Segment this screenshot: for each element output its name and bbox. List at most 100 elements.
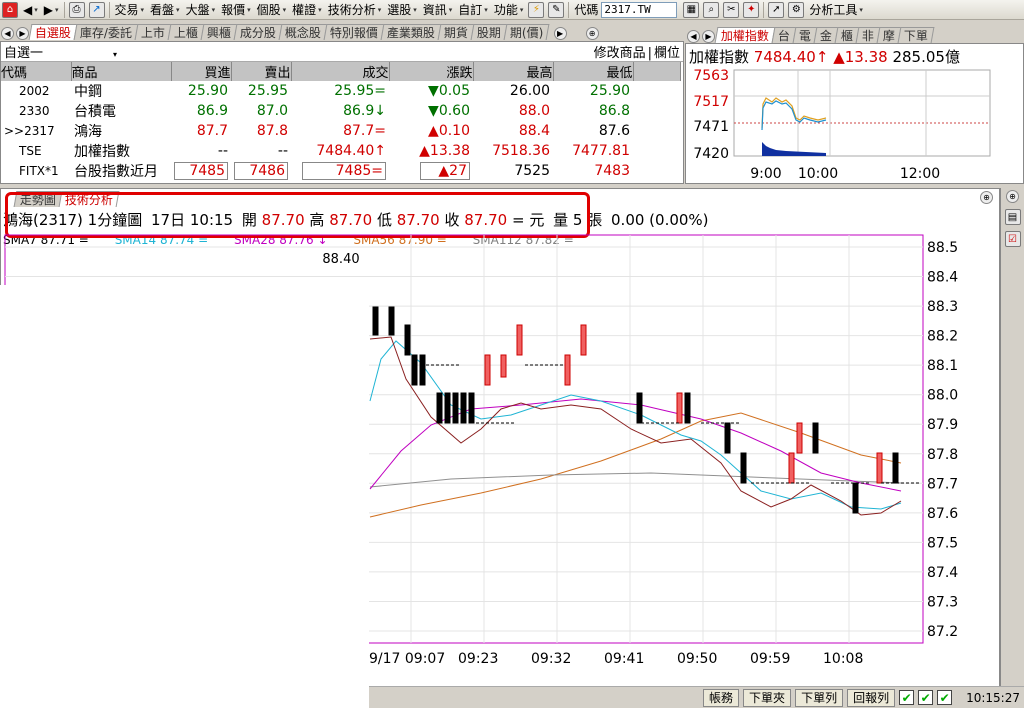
table-row[interactable]: FITX*1 台股指數近月 7485 7486 7485= ▲27 7525 7… [1, 161, 681, 181]
menu-watch[interactable]: 看盤 ▾ [147, 1, 183, 19]
chart-zoom-icon[interactable]: ⊕ [980, 191, 993, 204]
tab-concept[interactable]: 概念股 [278, 24, 328, 40]
cell-change: ▲13.38 [419, 143, 470, 159]
check-icon[interactable]: ☑ [1004, 231, 1021, 247]
tab-otc[interactable]: 上櫃 [167, 24, 205, 40]
search-icon[interactable]: ⌕ [703, 1, 720, 18]
cell-ask: 7486 [234, 162, 288, 180]
tab-options[interactable]: 期(價) [503, 24, 550, 40]
forward-icon[interactable]: ▶ ▾ [41, 1, 62, 19]
mini-xlabel: 9:00 [750, 166, 781, 182]
index-tab-next-icon[interactable]: ▶ [702, 30, 715, 43]
table-row[interactable]: 2002 中鋼 25.90 25.95 25.95= ▼0.05 26.00 2… [1, 81, 681, 101]
candle [500, 354, 507, 378]
watchlist-select[interactable]: 自選一 ▾ [4, 42, 117, 61]
tab-next-icon[interactable]: ▶ [16, 27, 29, 40]
candle [788, 452, 795, 484]
field-button[interactable]: 欄位 [654, 46, 680, 61]
y-tick-label: 87.2 [927, 624, 958, 640]
candle [636, 392, 643, 424]
tools-icon[interactable]: ✂ [723, 1, 740, 18]
zoom-icon[interactable]: ⊕ [585, 27, 599, 40]
external-link-icon[interactable]: ↗ [88, 1, 105, 18]
y-tick-label: 88.2 [927, 329, 958, 345]
watchlist-header: 自選一 ▾ 修改商品 | 欄位 [1, 42, 683, 62]
col-name[interactable]: 商品 [71, 62, 172, 81]
menu-function[interactable]: 功能 ▾ [491, 1, 527, 19]
print-icon[interactable]: ⎙ [68, 1, 85, 18]
cell-name: 鴻海 [74, 124, 102, 140]
col-change[interactable]: 漲跌 [389, 62, 474, 81]
menu-stock[interactable]: 個股 ▾ [254, 1, 290, 19]
back-icon[interactable]: ◀ ▾ [20, 1, 41, 19]
menu-custom[interactable]: 自訂 ▾ [455, 1, 491, 19]
candle [460, 392, 467, 424]
cell-bid: 7485 [174, 162, 228, 180]
status-bar: 帳務 下單夾 下單列 回報列 ✔ ✔ ✔ 10:15:27 [369, 686, 1024, 708]
order-folder-button[interactable]: 下單夾 [743, 688, 792, 707]
tab-inventory[interactable]: 庫存/委託 [73, 24, 139, 40]
candle [796, 422, 803, 454]
status-checkbox[interactable]: ✔ [899, 690, 915, 705]
report-bar-button[interactable]: 回報列 [847, 688, 896, 707]
menu-analysis-tool[interactable]: 分析工具 ▾ [806, 1, 866, 19]
index-tab-prev-icon[interactable]: ◀ [687, 30, 700, 43]
table-row[interactable]: >>2317 鴻海 87.7 87.8 87.7= ▲0.10 88.4 87.… [1, 121, 681, 141]
menu-quotes[interactable]: 報價 ▾ [218, 1, 254, 19]
tab-industry[interactable]: 產業類股 [380, 24, 442, 40]
menu-screener[interactable]: 選股 ▾ [384, 1, 420, 19]
sma7-line [369, 336, 902, 516]
candle [436, 392, 443, 424]
col-last[interactable]: 成交 [291, 62, 390, 81]
table-row[interactable]: 2330 台積電 86.9 87.0 86.9↓ ▼0.60 88.0 86.8 [1, 101, 681, 121]
candle [580, 324, 587, 356]
col-low[interactable]: 最低 [553, 62, 634, 81]
y-tick-label: 88.4 [927, 270, 958, 286]
tab-components[interactable]: 成分股 [233, 24, 283, 40]
x-axis: 9/17 09:07 09:23 09:32 09:41 09:50 09:59 10:08 [369, 651, 863, 667]
cursor-icon[interactable]: ➚ [768, 1, 785, 18]
tab-futures[interactable]: 期貨 [437, 24, 475, 40]
index-name: 加權指數 [689, 48, 750, 66]
cell-code: 2002 [19, 84, 50, 98]
grid-icon[interactable]: ▦ [683, 1, 700, 18]
tab-order[interactable]: 下單 [897, 27, 935, 43]
tab-listed[interactable]: 上市 [134, 24, 172, 40]
menu-info[interactable]: 資訊 ▾ [420, 1, 456, 19]
col-ask[interactable]: 賣出 [231, 62, 292, 81]
cell-last: 7484.40↑ [316, 143, 386, 159]
status-checkbox[interactable]: ✔ [937, 690, 953, 705]
menu-trade[interactable]: 交易 ▾ [112, 1, 148, 19]
col-bid[interactable]: 買進 [171, 62, 232, 81]
home-icon[interactable]: ⌂ [2, 1, 18, 18]
col-high[interactable]: 最高 [473, 62, 554, 81]
order-bar-button[interactable]: 下單列 [795, 688, 844, 707]
alert-icon[interactable]: ✦ [743, 1, 760, 18]
menu-market[interactable]: 大盤 ▾ [183, 1, 219, 19]
menu-technical[interactable]: 技術分析 ▾ [325, 1, 385, 19]
col-code[interactable]: 代碼 [1, 62, 72, 81]
tab-special[interactable]: 特別報價 [323, 24, 385, 40]
right-zoom-icon[interactable]: ⊕ [1006, 190, 1019, 203]
settings-icon[interactable]: ⚙ [788, 1, 805, 18]
tab-more-icon[interactable]: ▶ [553, 27, 567, 40]
y-tick-label: 87.6 [927, 506, 958, 522]
tab-prev-icon[interactable]: ◀ [1, 27, 14, 40]
tab-watchlist[interactable]: 自選股 [28, 24, 78, 40]
index-volume: 285.05億 [892, 48, 960, 66]
edit-items-button[interactable]: 修改商品 [594, 46, 646, 61]
doc-icon[interactable]: ▤ [1004, 209, 1021, 225]
code-input[interactable] [601, 1, 678, 18]
tab-stock-futures[interactable]: 股期 [470, 24, 508, 40]
tab-taiex[interactable]: 加權指數 [714, 27, 776, 43]
x-tick-label: 09:32 [531, 651, 571, 667]
cell-name: 台積電 [74, 104, 116, 120]
sma56-line [369, 412, 902, 518]
menu-warrant[interactable]: 權證 ▾ [289, 1, 325, 19]
note-icon[interactable]: ✎ [548, 1, 565, 18]
status-checkbox[interactable]: ✔ [918, 690, 934, 705]
table-row[interactable]: TSE 加權指數 -- -- 7484.40↑ ▲13.38 7518.36 7… [1, 141, 681, 161]
account-button[interactable]: 帳務 [703, 688, 740, 707]
lightning-icon[interactable]: ⚡ [528, 1, 545, 18]
tab-emerging[interactable]: 興櫃 [200, 24, 238, 40]
